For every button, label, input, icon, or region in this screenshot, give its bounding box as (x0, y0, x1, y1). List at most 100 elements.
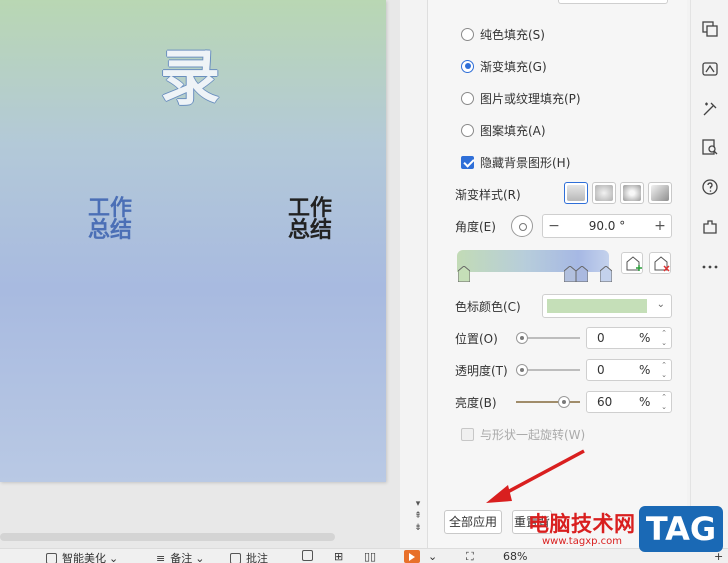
gradient-stop-3-icon (599, 265, 613, 283)
find-icon[interactable] (701, 138, 719, 156)
checkbox-hide-background[interactable] (461, 155, 474, 169)
chevron-down-icon: ⌄ (656, 299, 665, 310)
gradient-style-path-button[interactable] (648, 182, 672, 204)
panel-top-field[interactable] (558, 0, 668, 4)
remove-stop-icon (654, 256, 670, 272)
grid-view-icon: ⊞ (334, 550, 344, 563)
status-bar: 智能美化 ⌄ ≡ 备注 ⌄ 批注 ⊞ ▯▯ ⌄ ⛶ 68% + (0, 548, 728, 563)
angle-increase-button[interactable]: + (649, 218, 671, 234)
stop-color-label: 色标颜色(C) (455, 300, 521, 314)
option-pattern-fill-label: 图案填充(A) (480, 123, 546, 138)
remove-gradient-stop-button[interactable] (649, 252, 671, 274)
smart-beautify-button[interactable]: 智能美化 ⌄ (46, 550, 118, 563)
angle-dial[interactable] (511, 215, 533, 237)
tag-logo: TAG (639, 506, 723, 552)
fit-window-button[interactable]: ⛶ (466, 550, 474, 563)
brightness-value[interactable]: 60 (597, 395, 612, 409)
brightness-slider[interactable] (516, 396, 580, 408)
slide-text-blue-line1: 工作 (87, 196, 132, 221)
option-rotate-with-shape[interactable]: 与形状一起旋转(W) (461, 425, 585, 443)
beautify-icon (46, 552, 57, 563)
gradient-style-linear-button[interactable] (564, 182, 588, 204)
transparency-field[interactable]: 0 % ⌃ ⌄ (586, 359, 672, 381)
angle-stepper[interactable]: − 90.0 ° + (542, 214, 672, 238)
comments-button[interactable]: 批注 (230, 550, 268, 563)
radio-solid-fill[interactable] (461, 27, 474, 41)
radio-gradient-fill[interactable] (461, 59, 474, 73)
apply-all-button[interactable]: 全部应用 (444, 510, 502, 534)
radio-picture-fill[interactable] (461, 91, 474, 105)
angle-value[interactable]: 90.0 ° (565, 219, 649, 233)
position-spin-icon[interactable]: ⌃ ⌄ (659, 328, 669, 348)
gradient-style-label: 渐变样式(R) (455, 188, 521, 202)
hide-background-label: 隐藏背景图形(H) (480, 155, 571, 170)
chevron-down-icon: ⌄ (195, 551, 205, 563)
smart-beautify-label: 智能美化 (62, 552, 106, 563)
style-icon[interactable] (701, 60, 719, 78)
magic-tools-icon[interactable] (701, 100, 719, 118)
transparency-unit: % (639, 363, 651, 377)
position-field[interactable]: 0 % ⌃ ⌄ (586, 327, 672, 349)
position-slider-knob[interactable] (516, 332, 528, 344)
option-gradient-fill[interactable]: 渐变填充(G) (461, 57, 547, 75)
gradient-style-radial-button[interactable] (592, 182, 616, 204)
option-hide-background[interactable]: 隐藏背景图形(H) (461, 153, 570, 171)
position-value[interactable]: 0 (597, 331, 605, 345)
plugin-icon[interactable] (701, 218, 719, 236)
watermark-url: www.tagxp.com (542, 536, 622, 547)
annotation-arrow-icon (486, 449, 585, 503)
angle-decrease-button[interactable]: − (543, 218, 565, 234)
zoom-level[interactable]: 68% (503, 550, 527, 563)
stop-color-swatch (547, 299, 647, 313)
gradient-stop-2-icon (575, 265, 589, 283)
gradient-stop-3[interactable] (599, 265, 613, 283)
reading-view-button[interactable]: ▯▯ (364, 550, 376, 563)
transparency-value[interactable]: 0 (597, 363, 605, 377)
transparency-slider-knob[interactable] (516, 364, 528, 376)
help-icon[interactable] (701, 178, 719, 196)
position-unit: % (639, 331, 651, 345)
brightness-unit: % (639, 395, 651, 409)
position-slider[interactable] (516, 332, 580, 344)
horizontal-scrollbar[interactable] (0, 533, 335, 541)
rotate-with-shape-label: 与形状一起旋转(W) (480, 427, 586, 442)
option-solid-fill-label: 纯色填充(S) (480, 27, 545, 42)
copy-icon[interactable] (701, 20, 719, 38)
transparency-slider[interactable] (516, 364, 580, 376)
gradient-stop-0[interactable] (457, 265, 471, 283)
brightness-spin-icon[interactable]: ⌃ ⌄ (659, 392, 669, 412)
chevron-down-icon: ⌄ (428, 550, 438, 563)
angle-label: 角度(E) (455, 220, 496, 234)
slide[interactable]: 录 工作 总结 工作 总结 (0, 0, 386, 482)
position-label: 位置(O) (455, 332, 498, 346)
option-solid-fill[interactable]: 纯色填充(S) (461, 25, 545, 43)
normal-view-button[interactable] (302, 550, 318, 561)
gradient-style-rect-button[interactable] (620, 182, 644, 204)
play-slideshow-button[interactable] (404, 550, 420, 563)
brightness-field[interactable]: 60 % ⌃ ⌄ (586, 391, 672, 413)
option-picture-fill[interactable]: 图片或纹理填充(P) (461, 89, 581, 107)
comments-label: 批注 (246, 552, 268, 563)
gradient-stop-1-icon (563, 265, 577, 283)
checkbox-rotate-with-shape[interactable] (461, 427, 474, 441)
radio-pattern-fill[interactable] (461, 123, 474, 137)
notes-label: 备注 (170, 552, 193, 563)
notes-button[interactable]: ≡ 备注 ⌄ (156, 550, 204, 563)
option-picture-fill-label: 图片或纹理填充(P) (480, 91, 581, 106)
gradient-stop-1[interactable] (563, 265, 577, 283)
option-pattern-fill[interactable]: 图案填充(A) (461, 121, 546, 139)
brightness-slider-knob[interactable] (558, 396, 570, 408)
play-options[interactable]: ⌄ (428, 550, 437, 563)
add-gradient-stop-button[interactable] (621, 252, 643, 274)
page-nav-arrows[interactable]: ▾ ⇞ ⇟ (412, 498, 424, 534)
slide-text-blue[interactable]: 工作 总结 (86, 198, 134, 242)
slide-text-dark[interactable]: 工作 总结 (286, 198, 334, 242)
slide-title-char[interactable]: 录 (160, 30, 221, 117)
more-icon[interactable] (701, 258, 719, 276)
option-gradient-fill-label: 渐变填充(G) (480, 59, 547, 74)
slide-sorter-button[interactable]: ⊞ (334, 550, 343, 563)
transparency-spin-icon[interactable]: ⌃ ⌄ (659, 360, 669, 380)
stop-color-dropdown[interactable]: ⌄ (542, 294, 672, 318)
notes-icon: ≡ (156, 551, 166, 563)
gradient-stop-2[interactable] (575, 265, 589, 283)
